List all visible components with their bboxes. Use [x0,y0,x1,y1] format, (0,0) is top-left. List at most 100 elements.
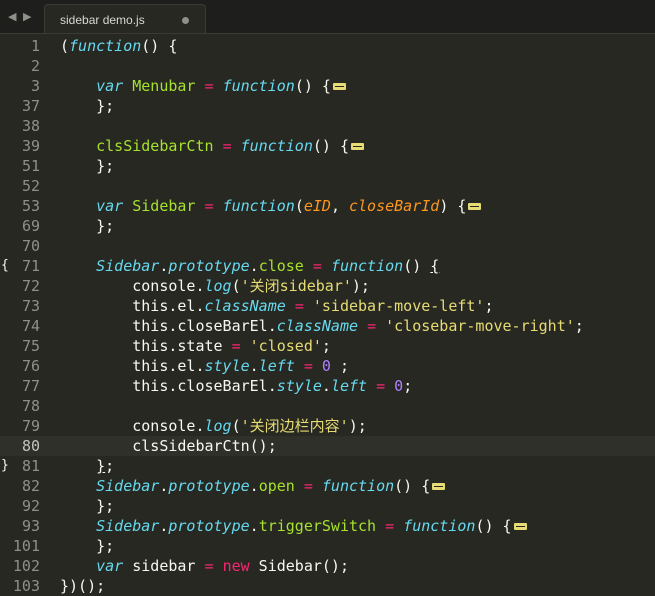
nav-back-icon[interactable]: ◀ [8,10,16,23]
code-token: Menubar [132,77,196,95]
code-line[interactable]: 92 }; [0,496,655,516]
code-line[interactable]: 1 (function() { [0,36,655,56]
code-token: = [376,377,386,395]
code-token: = [294,297,304,315]
code-token: { [430,257,440,275]
code-token: }; [60,97,115,115]
tab-sidebar-demo[interactable]: sidebar demo.js [44,4,206,33]
line-code: }; [60,496,114,516]
code-line[interactable]: 72 console.log('关闭sidebar'); [0,276,655,296]
code-token: ; [321,337,331,355]
code-token: this.state [60,337,232,355]
code-line[interactable]: 102 var sidebar = new Sidebar(); [0,556,655,576]
code-token: . [321,377,331,395]
code-line[interactable]: } 81 }; [0,456,655,476]
code-line[interactable]: 2 [0,56,655,76]
line-number: 72 [21,277,40,295]
line-code: Sidebar.prototype.open = function() { [60,476,446,496]
code-line[interactable]: 74 this.closeBarEl.className = 'closebar… [0,316,655,336]
line-number: 101 [12,537,40,555]
folded-code-icon[interactable] [351,143,364,150]
code-token: = [303,357,313,375]
code-line[interactable]: 39 clsSidebarCtn = function() { [0,136,655,156]
code-line[interactable]: 3 var Menubar = function() { [0,76,655,96]
code-line[interactable]: 77 this.closeBarEl.style.left = 0; [0,376,655,396]
folded-code-icon[interactable] [513,523,527,530]
code-token: this.closeBarEl. [60,317,277,335]
line-code: var Menubar = function() { [60,76,346,96]
code-line[interactable]: 93 Sidebar.prototype.triggerSwitch = fun… [0,516,655,536]
line-code: Sidebar.prototype.triggerSwitch = functi… [60,516,527,536]
folded-code-icon[interactable] [468,203,482,210]
unsaved-dot-icon[interactable] [182,17,189,24]
code-line[interactable]: 53 var Sidebar = function(eID, closeBarI… [0,196,655,216]
line-number: 74 [21,317,40,335]
code-line[interactable]: 78 [0,396,655,416]
code-line[interactable]: 70 [0,236,655,256]
line-code: this.closeBarEl.style.left = 0; [60,376,412,396]
code-editor[interactable]: 1 (function() {2 3 var Menubar = function(… [0,34,655,596]
line-code: }; [60,536,114,556]
code-token: , [330,197,349,215]
line-number: 80 [21,437,40,455]
code-token: sidebar [123,557,205,575]
tab-bar: ◀ ▶ sidebar demo.js [0,0,655,34]
folded-code-icon[interactable] [332,83,346,90]
line-code: clsSidebarCtn(); [60,436,277,456]
code-token: close [258,257,304,275]
code-token: . [249,357,259,375]
code-token: . [249,477,259,495]
code-token: className [276,317,359,335]
code-token: ( [294,197,304,215]
code-token: Sidebar [96,517,160,535]
code-token: '关闭sidebar' [240,277,352,295]
code-line[interactable]: 101 }; [0,536,655,556]
code-token: left [258,357,295,375]
code-line[interactable]: 103})(); [0,576,655,596]
code-line[interactable]: 73 this.el.className = 'sidebar-move-lef… [0,296,655,316]
line-code: }; [60,456,114,476]
code-line[interactable]: 37 }; [0,96,655,116]
code-token: 'sidebar-move-left' [312,297,485,315]
code-line[interactable]: 80 clsSidebarCtn(); [0,436,655,456]
code-token: = [204,557,214,575]
code-line[interactable]: {71 Sidebar.prototype.close = function()… [0,256,655,276]
code-token: = [367,317,377,335]
code-line[interactable]: 52 [0,176,655,196]
code-token: ( [231,417,241,435]
nav-forward-icon[interactable]: ▶ [23,10,31,23]
line-code: this.el.style.left = 0 ; [60,356,349,376]
code-token: '关闭边栏内容' [240,417,349,435]
code-line[interactable]: 51 }; [0,156,655,176]
code-line[interactable]: 69 }; [0,216,655,236]
code-token: }; [60,217,115,235]
code-token: () { [394,477,431,495]
code-line[interactable]: 75 this.state = 'closed'; [0,336,655,356]
code-token: clsSidebarCtn(); [60,437,277,455]
line-number: 70 [21,237,40,255]
line-code: }; [60,96,114,116]
code-line[interactable]: 79 console.log('关闭边栏内容'); [0,416,655,436]
code-line[interactable]: 82 Sidebar.prototype.open = function() { [0,476,655,496]
code-line[interactable]: 76 this.el.style.left = 0 ; [0,356,655,376]
folded-code-icon[interactable] [432,483,446,490]
code-line[interactable]: 38 [0,116,655,136]
code-token: open [258,477,295,495]
line-code: }; [60,156,114,176]
line-code: })(); [60,576,105,596]
code-token: style [276,377,322,395]
